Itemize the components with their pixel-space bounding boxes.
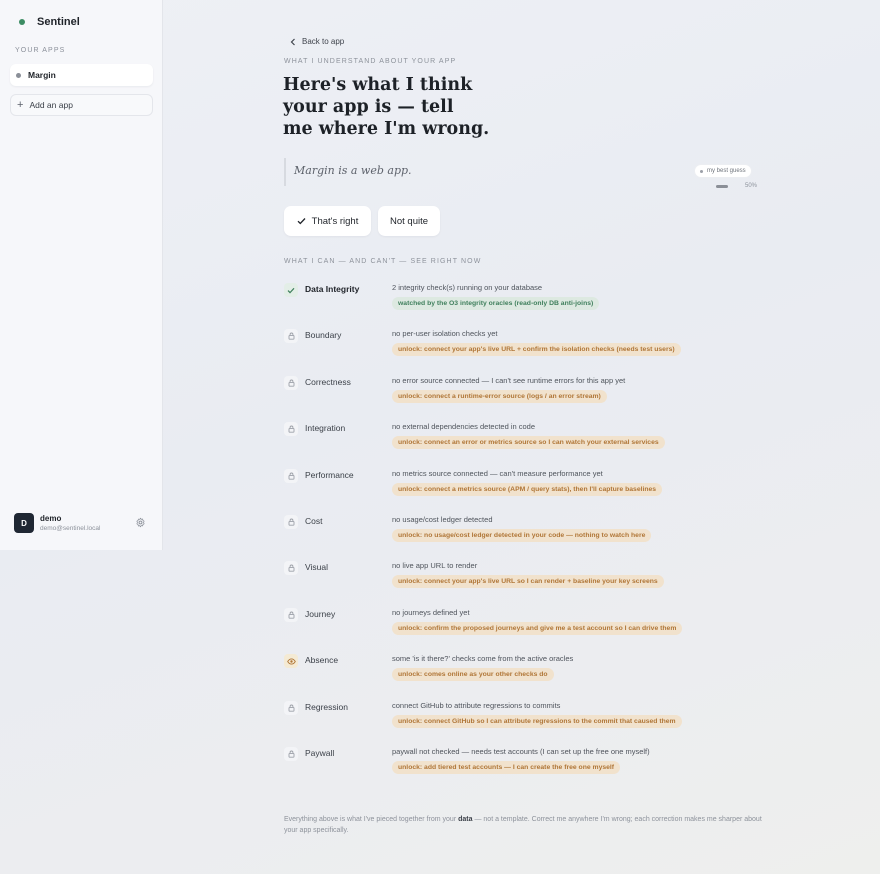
page-title-line: me where I'm wrong.: [283, 119, 490, 139]
user-name: demo: [40, 513, 62, 523]
your-apps-label: YOUR APPS: [15, 47, 66, 54]
capability-status-pill: unlock: add tiered test accounts — I can…: [392, 761, 621, 774]
capability-status-pill: unlock: confirm the proposed journeys an…: [392, 621, 683, 635]
capability-status-pill: unlock: connect your app's live URL + co…: [392, 343, 681, 357]
plus-icon: +: [17, 98, 24, 111]
footer-emphasis: data: [458, 816, 473, 823]
sidebar-item-label: Margin: [28, 70, 56, 80]
badge-dot: [700, 169, 703, 173]
check-icon: [284, 283, 298, 297]
page-title: Here's what I think your app is — tell m…: [283, 74, 523, 140]
eye-icon: [284, 654, 298, 669]
capability-description: paywall not checked — needs test account…: [392, 747, 650, 756]
capability-row: Boundary no per-user isolation checks yet…: [284, 329, 764, 369]
user-email: demo@sentinel.local: [40, 524, 101, 532]
confidence-bar: [716, 185, 728, 188]
capability-row: Data Integrity 2 integrity check(s) runni…: [284, 283, 764, 323]
lock-icon: [284, 375, 298, 390]
capability-status-pill: unlock: connect a metrics source (APM / …: [392, 482, 663, 496]
capability-name: Regression: [305, 701, 348, 712]
page-title-line: your app is — tell: [283, 97, 454, 117]
chevron-left-icon: [290, 38, 295, 45]
back-link-label: Back to app: [302, 37, 345, 46]
lock-icon: [284, 747, 298, 761]
footer-note: Everything above is what I've pieced tog…: [284, 814, 764, 836]
capability-status-pill: unlock: connect your app's live URL so I…: [392, 575, 664, 589]
capability-name: Performance: [305, 469, 354, 480]
capability-description: connect GitHub to attribute regressions …: [392, 700, 561, 710]
capability-name: Absence: [305, 655, 339, 666]
lock-icon: [284, 422, 298, 437]
page-title-line: Here's what I think: [283, 75, 473, 95]
capability-name: Data Integrity: [305, 284, 360, 294]
lock-icon: [284, 468, 298, 483]
capability-name: Journey: [305, 608, 336, 619]
capability-description: no external dependencies detected in cod…: [392, 422, 536, 432]
capability-row: Absence some 'is it there?' checks come f…: [284, 654, 764, 694]
lock-icon: [284, 700, 298, 715]
capability-description: no usage/cost ledger detected: [392, 515, 493, 524]
capability-description: some 'is it there?' checks come from the…: [392, 654, 574, 664]
capability-description: no per-user isolation checks yet: [392, 329, 498, 339]
confirm-label: That's right: [311, 215, 359, 227]
best-guess-badge: my best guess: [695, 165, 751, 177]
best-guess-label: my best guess: [707, 168, 746, 174]
brand-status-dot: [19, 19, 25, 25]
reject-label: Not quite: [389, 215, 429, 227]
capability-status-pill: unlock: connect GitHub so I can attribut…: [392, 714, 682, 728]
brand-name: Sentinel: [37, 16, 80, 28]
capability-description: no live app URL to render: [392, 561, 478, 571]
capability-name: Correctness: [305, 376, 351, 387]
capabilities-heading: WHAT I CAN — AND CAN'T — SEE RIGHT NOW: [284, 258, 482, 265]
capability-row: Journey no journeys defined yet unlock: co…: [284, 607, 764, 648]
quote-bar: [284, 158, 286, 186]
app-guess: Margin is a web app.: [294, 164, 412, 177]
lock-icon: [284, 329, 298, 344]
avatar: D: [14, 513, 34, 533]
capability-description: no journeys defined yet: [392, 607, 470, 617]
capability-status-pill: unlock: connect an error or metrics sour…: [392, 436, 665, 450]
lock-icon: [284, 515, 298, 529]
capability-row: Correctness no error source connected — I…: [284, 375, 764, 416]
capability-name: Visual: [305, 562, 328, 573]
confirm-button[interactable]: That's right: [284, 206, 371, 236]
check-icon: [297, 218, 306, 225]
user-profile[interactable]: D demo demo@sentinel.local: [14, 513, 100, 533]
capability-row: Visual no live app URL to render unlock: c…: [284, 561, 764, 601]
capability-name: Cost: [305, 516, 323, 526]
eyebrow: WHAT I UNDERSTAND ABOUT YOUR APP: [284, 58, 457, 65]
capability-status-pill: watched by the O3 integrity oracles (rea…: [392, 297, 600, 310]
lock-icon: [284, 561, 298, 576]
app-status-dot: [16, 72, 21, 78]
add-app-label: Add an app: [29, 100, 73, 110]
lock-icon: [284, 607, 298, 622]
capability-status-pill: unlock: comes online as your other check…: [392, 668, 554, 682]
capability-status-pill: unlock: no usage/cost ledger detected in…: [392, 529, 652, 542]
confidence-percent: 50%: [745, 183, 758, 189]
capability-name: Boundary: [305, 330, 342, 341]
capability-name: Integration: [305, 423, 346, 434]
sidebar-item-margin[interactable]: Margin: [10, 64, 153, 86]
brand[interactable]: Sentinel: [19, 16, 80, 28]
reject-button[interactable]: Not quite: [378, 206, 440, 236]
capability-description: no error source connected — I can't see …: [392, 375, 626, 385]
footer-text: Everything above is what I've pieced tog…: [284, 816, 459, 823]
capability-status-pill: unlock: connect a runtime-error source (…: [392, 389, 607, 403]
capability-row: Regression connect GitHub to attribute re…: [284, 700, 764, 741]
capability-row: Cost no usage/cost ledger detected unlock:…: [284, 515, 764, 555]
gear-icon[interactable]: [135, 517, 146, 528]
capability-row: Performance no metrics source connected —…: [284, 468, 764, 509]
back-link[interactable]: Back to app: [290, 37, 344, 46]
capability-row: Paywall paywall not checked — needs test …: [284, 747, 764, 787]
capability-row: Integration no external dependencies dete…: [284, 422, 764, 462]
sidebar: Sentinel YOUR APPS Margin + Add an app D…: [0, 0, 163, 550]
add-app-button[interactable]: + Add an app: [10, 94, 153, 116]
capability-description: no metrics source connected — can't meas…: [392, 468, 603, 478]
capability-name: Paywall: [305, 748, 335, 758]
capability-description: 2 integrity check(s) running on your dat…: [392, 283, 543, 292]
